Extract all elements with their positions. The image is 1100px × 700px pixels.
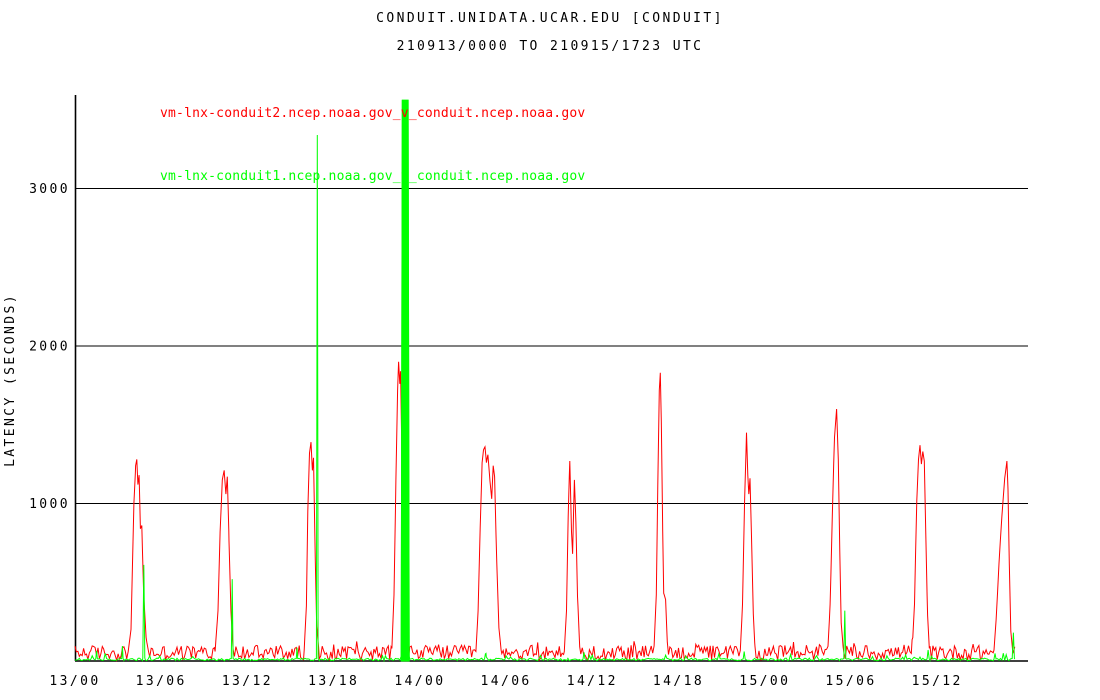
y-tick-label-2000: 2000: [29, 340, 70, 355]
chart-title: CONDUIT.UNIDATA.UCAR.EDU [CONDUIT]: [0, 11, 1100, 26]
x-tick-label-13-12: 13/12: [222, 674, 273, 689]
y-axis-label: LATENCY (SECONDS): [3, 293, 18, 467]
legend-entry-conduit1: vm-lnx-conduit1.ncep.noaa.gov_v_conduit.…: [160, 166, 585, 187]
x-tick-label-15-06: 15/06: [825, 674, 876, 689]
latency-chart: 1000 2000 3000 13/00 13/06 13/12 13/18 14/00 14/…: [0, 0, 1100, 700]
y-tick-label-1000: 1000: [29, 497, 70, 512]
x-tick-label-15-12: 15/12: [912, 674, 963, 689]
x-tick-label-13-06: 13/06: [136, 674, 187, 689]
x-tick-label-15-00: 15/00: [739, 674, 790, 689]
x-tick-label-14-12: 14/12: [567, 674, 618, 689]
x-tick-label-13-00: 13/00: [49, 674, 100, 689]
x-tick-label-14-06: 14/06: [481, 674, 532, 689]
x-tick-label-14-00: 14/00: [394, 674, 445, 689]
x-tick-label-13-18: 13/18: [308, 674, 359, 689]
chart-subtitle: 210913/0000 TO 210915/1723 UTC: [0, 39, 1100, 54]
y-tick-label-3000: 3000: [29, 182, 70, 197]
series-trace-0: [75, 362, 1015, 660]
x-tick-label-14-18: 14/18: [653, 674, 704, 689]
legend-entry-conduit2: vm-lnx-conduit2.ncep.noaa.gov_v_conduit.…: [160, 103, 585, 124]
legend: vm-lnx-conduit2.ncep.noaa.gov_v_conduit.…: [160, 61, 585, 229]
